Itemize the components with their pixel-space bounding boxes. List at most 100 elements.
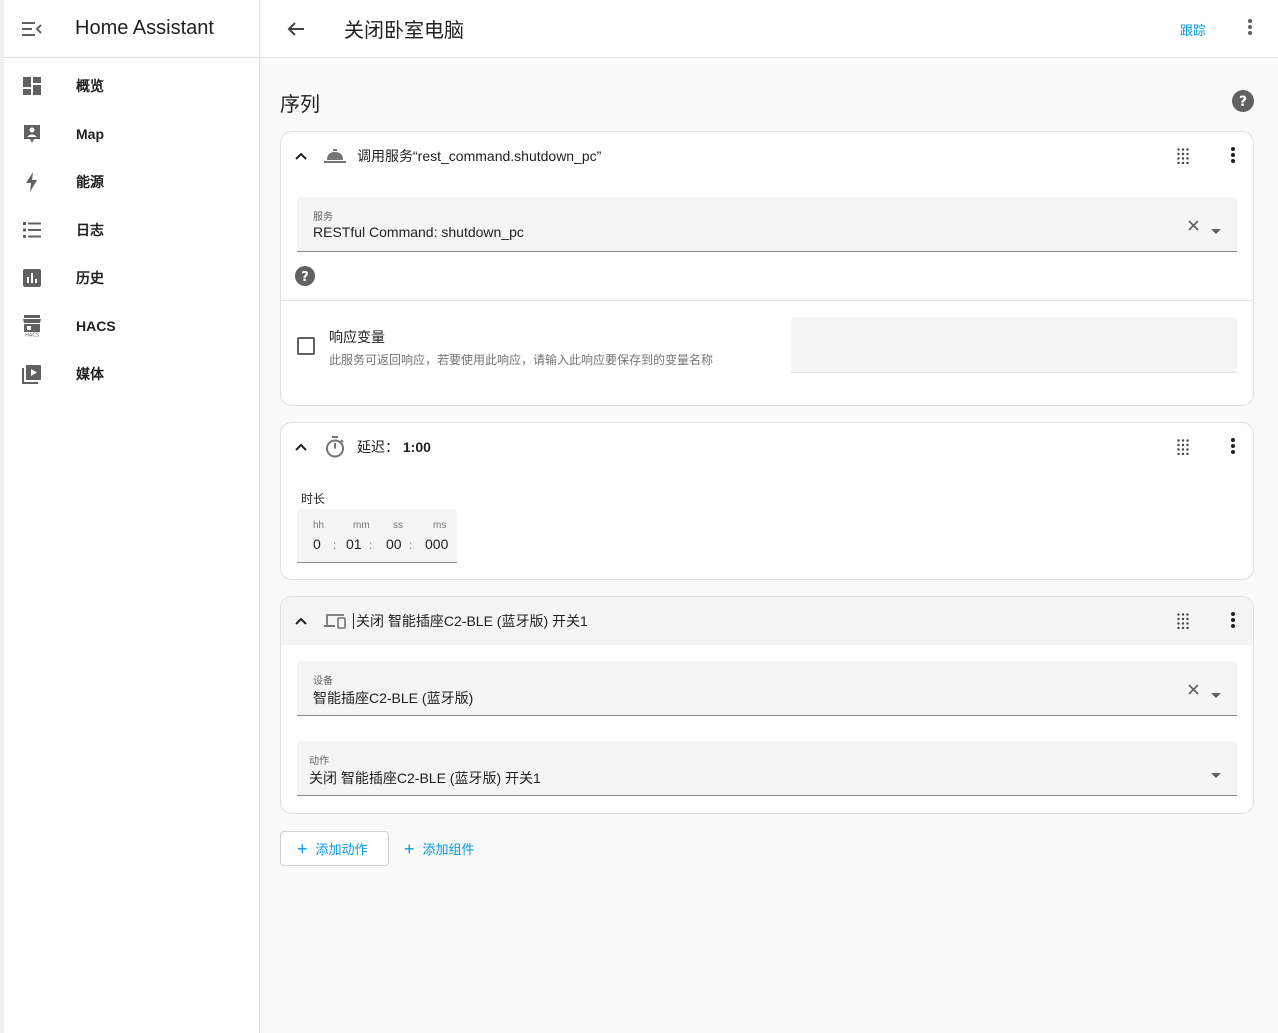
dots-vertical-icon [1231,147,1235,163]
add-block-button[interactable]: + 添加组件 [404,831,475,866]
menu-down-icon [1211,773,1221,778]
response-variable-title: 响应变量 [329,329,385,345]
sidebar-item-label: HACS [76,318,116,334]
plus-icon: + [404,838,415,859]
svg-text:?: ? [301,270,309,285]
sidebar-item-label: 概览 [76,78,104,94]
sidebar: Home Assistant 概览 Map 能源 日志 历史 HACS HACS [0,0,260,1033]
drag-handle[interactable] [1177,613,1189,634]
menu-toggle-button[interactable] [4,0,60,58]
response-variable-checkbox[interactable] [297,337,315,355]
menu-open-icon [22,21,42,36]
plus-icon: + [297,838,308,859]
sidebar-item-map[interactable]: Map [4,110,259,158]
collapse-button[interactable] [281,443,321,451]
help-button[interactable]: ? [1232,90,1254,117]
response-variable-description: 此服务可返回响应，若要使用此响应，请输入此响应要保存到的变量名称 [329,353,714,367]
duration-separator: : [369,538,373,552]
duration-unit-ss: ss [393,520,403,531]
timer-icon [326,436,344,458]
dots-vertical-icon [1231,612,1235,628]
action-card-device: 关闭 智能插座C2-BLE (蓝牙版) 开关1 设备 智能插座C2-BLE (蓝… [280,596,1254,814]
sidebar-header: Home Assistant [4,0,259,58]
card-overflow-button[interactable] [1231,611,1235,634]
response-variable-input[interactable] [791,317,1237,373]
field-value: 关闭 智能插座C2-BLE (蓝牙版) 开关1 [309,770,541,786]
field-value: 智能插座C2-BLE (蓝牙版) [313,690,474,706]
action-card-title: 关闭 智能插座C2-BLE (蓝牙版) 开关1 [353,611,588,631]
overflow-menu-button[interactable] [1248,18,1252,41]
sidebar-nav: 概览 Map 能源 日志 历史 HACS HACS 媒体 [4,58,259,398]
clear-button[interactable] [1188,682,1199,700]
duration-milliseconds[interactable]: 000 [425,536,448,552]
duration-unit-hh: hh [313,520,325,531]
sidebar-item-label: 媒体 [76,366,104,382]
drag-handle[interactable] [1177,439,1189,460]
close-icon [1188,220,1199,231]
menu-down-icon [1211,229,1221,234]
action-card-service: 调用服务“rest_command.shutdown_pc” 服务 RESTfu… [280,131,1254,406]
drag-handle[interactable] [1177,148,1189,169]
duration-unit-mm: mm [353,520,370,531]
dropdown-button[interactable] [1211,221,1221,239]
map-account-icon [24,125,40,143]
chevron-up-icon [295,152,307,160]
sidebar-item-label: 历史 [76,270,104,286]
sidebar-item-overview[interactable]: 概览 [4,62,259,110]
back-button[interactable] [260,0,332,58]
room-service-icon [324,149,346,163]
sidebar-item-logbook[interactable]: 日志 [4,206,259,254]
collapse-button[interactable] [281,617,321,625]
device-action-select[interactable]: 动作 关闭 智能插座C2-BLE (蓝牙版) 开关1 [297,741,1237,796]
duration-label: 时长 [301,492,326,506]
svg-text:?: ? [1239,94,1247,110]
help-circle-icon: ? [295,266,315,286]
clear-button[interactable] [1188,218,1199,236]
action-card-header[interactable]: 延迟： 1:00 [281,423,1253,471]
drag-dots-icon [1177,148,1189,165]
sidebar-item-media[interactable]: 媒体 [4,350,259,398]
devices-icon [324,614,346,629]
play-box-icon [22,365,41,384]
sidebar-item-label: Map [76,126,104,142]
service-help-button[interactable]: ? [295,266,315,291]
action-card-title: 调用服务“rest_command.shutdown_pc” [357,148,602,164]
sidebar-item-label: 能源 [76,174,104,190]
add-action-button[interactable]: + 添加动作 [280,831,389,866]
duration-input[interactable]: hh mm ss ms 0 : 01 : 00 : 000 [297,509,457,563]
duration-hours[interactable]: 0 [313,536,321,552]
page-title: 关闭卧室电脑 [344,20,464,42]
dropdown-button[interactable] [1211,765,1221,783]
dots-vertical-icon [1231,438,1235,454]
action-card-header[interactable]: 关闭 智能插座C2-BLE (蓝牙版) 开关1 [281,597,1253,645]
card-overflow-button[interactable] [1231,146,1235,169]
add-action-label: 添加动作 [315,842,368,857]
service-select[interactable]: 服务 RESTful Command: shutdown_pc [297,197,1237,252]
sidebar-title: Home Assistant [75,17,214,39]
collapse-button[interactable] [281,152,321,160]
track-button[interactable]: 跟踪 [1180,20,1206,39]
duration-separator: : [333,538,337,552]
drag-dots-icon [1177,613,1189,630]
sidebar-item-energy[interactable]: 能源 [4,158,259,206]
sidebar-item-history[interactable]: 历史 [4,254,259,302]
device-select[interactable]: 设备 智能插座C2-BLE (蓝牙版) [297,661,1237,716]
card-overflow-button[interactable] [1231,437,1235,460]
divider [281,300,1253,301]
chevron-up-icon [295,443,307,451]
svg-text:HACS: HACS [25,333,39,338]
duration-minutes[interactable]: 01 [346,536,362,552]
field-value: RESTful Command: shutdown_pc [313,224,524,240]
duration-seconds[interactable]: 00 [386,536,402,552]
hacs-store-icon: HACS [23,315,41,338]
arrow-left-icon [287,21,304,36]
lightning-icon [26,172,37,192]
sidebar-item-hacs[interactable]: HACS HACS [4,302,259,350]
close-icon [1188,684,1199,695]
action-card-header[interactable]: 调用服务“rest_command.shutdown_pc” [281,132,1253,180]
chart-icon [23,269,41,287]
dropdown-button[interactable] [1211,685,1221,703]
action-card-title: 延迟： 1:00 [357,439,431,455]
dashboard-icon [23,77,41,95]
field-label: 设备 [313,676,333,687]
